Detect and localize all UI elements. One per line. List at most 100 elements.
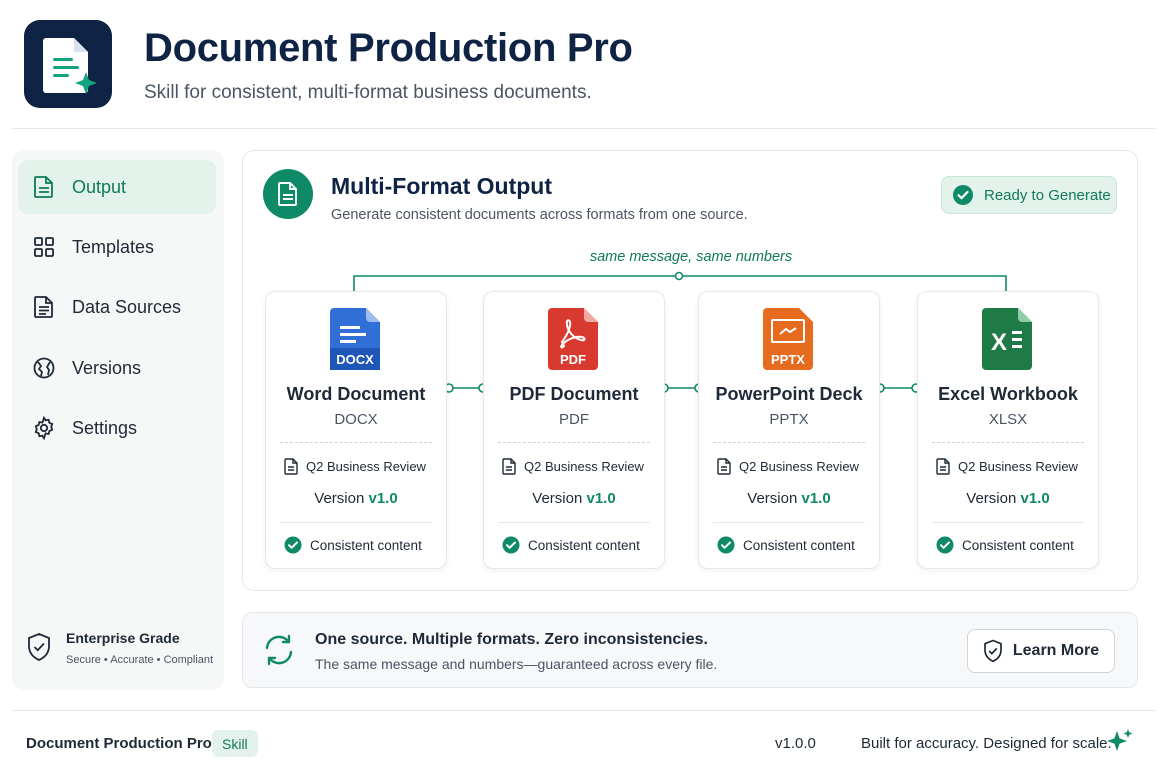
file-icon-text: PPTX: [771, 352, 805, 367]
format-card-word[interactable]: DOCX Word Document DOCX Q2 Business Revi…: [265, 291, 447, 569]
card-extension: DOCX: [334, 411, 378, 428]
app-logo: [24, 20, 112, 108]
card-status-row: Consistent content: [284, 536, 422, 554]
enterprise-subtitle: Secure • Accurate • Compliant: [66, 654, 214, 666]
gear-icon: [32, 416, 56, 440]
card-status-label: Consistent content: [310, 537, 422, 553]
sidebar-item-label: Output: [72, 176, 127, 197]
file-icon-text: PDF: [560, 352, 586, 367]
footer-skill-badge: Skill: [212, 730, 258, 757]
version-prefix: Version: [532, 490, 583, 507]
banner-title: One source. Multiple formats. Zero incon…: [315, 631, 708, 648]
small-document-icon: [936, 458, 950, 475]
format-card-excel[interactable]: X Excel Workbook XLSX Q2 Business Review…: [917, 291, 1099, 569]
xlsx-file-icon: X: [982, 308, 1032, 370]
card-document-name: Q2 Business Review: [739, 459, 859, 474]
card-extension: PPTX: [769, 411, 809, 428]
sidebar-item-settings[interactable]: Settings: [18, 401, 216, 455]
card-divider: [498, 522, 650, 523]
card-extension: XLSX: [988, 411, 1028, 428]
card-document-row: Q2 Business Review: [936, 458, 1078, 475]
small-document-icon: [502, 458, 516, 475]
check-circle-icon: [717, 536, 735, 554]
sync-icon: [265, 634, 293, 666]
check-circle-icon: [284, 536, 302, 554]
sidebar: Output Templates Data Sources Versions S…: [12, 150, 224, 690]
format-card-pdf[interactable]: PDF PDF Document PDF Q2 Business Review …: [483, 291, 665, 569]
shield-check-icon: [984, 639, 1002, 663]
card-version: Version v1.0: [918, 490, 1098, 507]
card-version: Version v1.0: [484, 490, 664, 507]
version-prefix: Version: [966, 490, 1017, 507]
grid-icon: [32, 235, 56, 259]
card-document-name: Q2 Business Review: [958, 459, 1078, 474]
version-prefix: Version: [314, 490, 365, 507]
version-number: v1.0: [801, 490, 831, 507]
sidebar-item-versions[interactable]: Versions: [18, 341, 216, 395]
document-sparkle-icon: [43, 38, 96, 94]
document-icon: [32, 175, 56, 199]
card-status-label: Consistent content: [528, 537, 640, 553]
check-circle-icon: [936, 536, 954, 554]
card-divider: [280, 442, 432, 443]
card-status-label: Consistent content: [962, 537, 1074, 553]
file-icon-text: X: [991, 329, 1007, 356]
version-number: v1.0: [1020, 490, 1050, 507]
banner-subtitle: The same message and numbers—guaranteed …: [315, 656, 718, 672]
version-prefix: Version: [747, 490, 798, 507]
learn-more-button[interactable]: Learn More: [967, 629, 1115, 673]
docx-file-icon: DOCX: [330, 308, 380, 370]
sidebar-item-templates[interactable]: Templates: [18, 220, 216, 274]
app-header: Document Production Pro Skill for consis…: [0, 0, 1168, 128]
card-title: PowerPoint Deck: [715, 384, 863, 404]
card-divider: [713, 442, 865, 443]
card-status-label: Consistent content: [743, 537, 855, 553]
file-icon-text: DOCX: [336, 352, 374, 367]
version-number: v1.0: [368, 490, 398, 507]
output-panel: Multi-Format Output Generate consistent …: [242, 150, 1138, 591]
card-status-row: Consistent content: [717, 536, 855, 554]
learn-more-label: Learn More: [1012, 642, 1100, 659]
version-number: v1.0: [586, 490, 616, 507]
enterprise-title: Enterprise Grade: [66, 630, 180, 646]
info-banner: One source. Multiple formats. Zero incon…: [242, 612, 1138, 688]
header-divider: [12, 128, 1156, 129]
check-circle-icon: [502, 536, 520, 554]
card-title: Word Document: [286, 384, 426, 404]
card-divider: [932, 442, 1084, 443]
small-document-icon: [284, 458, 298, 475]
sidebar-item-label: Templates: [72, 236, 155, 257]
card-version: Version v1.0: [266, 490, 446, 507]
card-version: Version v1.0: [699, 490, 879, 507]
sidebar-item-output[interactable]: Output: [18, 160, 216, 214]
footer-tagline: Built for accuracy. Designed for scale.: [861, 735, 1112, 752]
card-status-row: Consistent content: [502, 536, 640, 554]
enterprise-grade-info: Enterprise Grade Secure • Accurate • Com…: [26, 628, 222, 668]
sidebar-item-data-sources[interactable]: Data Sources: [18, 280, 216, 334]
format-card-powerpoint[interactable]: PPTX PowerPoint Deck PPTX Q2 Business Re…: [698, 291, 880, 569]
file-list-icon: [32, 295, 56, 319]
sidebar-item-label: Versions: [72, 357, 142, 378]
card-divider: [498, 442, 650, 443]
sidebar-item-label: Data Sources: [72, 296, 182, 317]
pptx-file-icon: PPTX: [763, 308, 813, 370]
app-title: Document Production Pro: [144, 26, 633, 70]
card-divider: [713, 522, 865, 523]
card-document-row: Q2 Business Review: [717, 458, 859, 475]
card-title: PDF Document: [509, 384, 639, 404]
small-document-icon: [717, 458, 731, 475]
connector-label: same message, same numbers: [589, 249, 793, 265]
card-document-row: Q2 Business Review: [284, 458, 426, 475]
card-status-row: Consistent content: [936, 536, 1074, 554]
pdf-file-icon: PDF: [548, 308, 598, 370]
card-document-name: Q2 Business Review: [306, 459, 426, 474]
shield-check-icon: [28, 633, 50, 661]
footer-app-name: Document Production Pro: [26, 735, 212, 752]
history-icon: [32, 356, 56, 380]
card-extension: PDF: [559, 411, 589, 428]
card-document-name: Q2 Business Review: [524, 459, 644, 474]
card-document-row: Q2 Business Review: [502, 458, 644, 475]
footer-version: v1.0.0: [775, 735, 816, 752]
card-title: Excel Workbook: [938, 384, 1078, 404]
app-subtitle: Skill for consistent, multi-format busin…: [144, 82, 592, 103]
